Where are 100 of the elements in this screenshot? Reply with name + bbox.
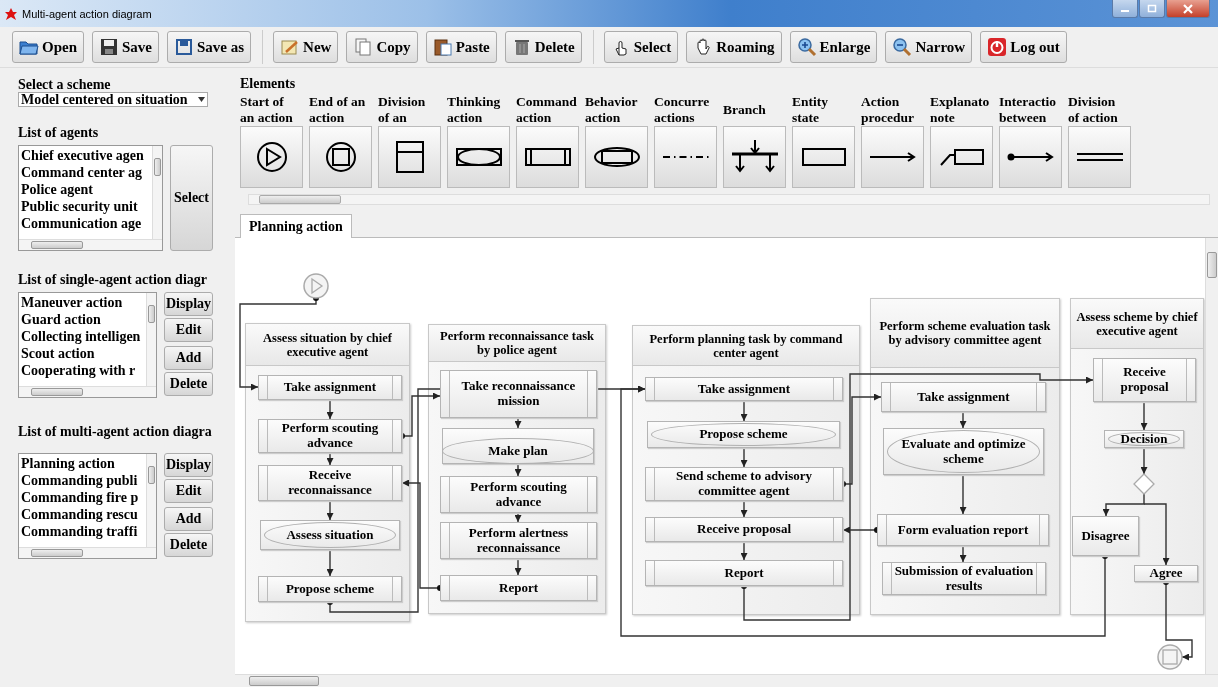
element-button[interactable]: [447, 126, 510, 188]
activity-box: Take reconnaissance mission: [440, 370, 597, 418]
power-icon: [987, 37, 1008, 57]
activity-box: Submission of evaluation results: [882, 562, 1046, 595]
documents-icon: [353, 37, 374, 57]
horizontal-scrollbar[interactable]: [19, 547, 156, 558]
element-button[interactable]: [792, 126, 855, 188]
zoom-out-icon: [892, 37, 913, 57]
list-item[interactable]: Public security unit: [21, 198, 152, 215]
caret-icon: [198, 97, 205, 102]
list-item[interactable]: Cooperating with r: [21, 362, 146, 379]
toolbar-button[interactable]: Enlarge: [789, 31, 878, 63]
list-item[interactable]: Communication age: [21, 215, 152, 232]
list-item[interactable]: Chief executive agen: [21, 147, 152, 164]
list-action-button[interactable]: Delete: [164, 533, 213, 557]
toolbar-button[interactable]: New: [273, 31, 339, 63]
dot-arrow-icon: [1005, 151, 1056, 163]
vertical-scrollbar[interactable]: [152, 146, 162, 239]
app-logo-icon: [4, 6, 18, 21]
element-button[interactable]: [999, 126, 1062, 188]
activity-box: Receive proposal: [1093, 358, 1196, 402]
list-item[interactable]: Planning action: [21, 455, 146, 472]
list-item[interactable]: Maneuver action: [21, 294, 146, 311]
element-button[interactable]: [1068, 126, 1131, 188]
end-node-icon: [1157, 644, 1183, 670]
toolbar-button[interactable]: Copy: [346, 31, 418, 63]
decision-diamond: [1133, 473, 1155, 495]
arrow-icon: [867, 151, 918, 163]
element-label: Branch: [723, 101, 767, 119]
list-action-button[interactable]: Display: [164, 292, 213, 316]
element-label: Action procedur: [861, 94, 915, 126]
list-item[interactable]: Command center ag: [21, 164, 152, 181]
element-button[interactable]: [309, 126, 372, 188]
activity-box: Form evaluation report: [877, 514, 1049, 546]
list-item[interactable]: Commanding traffi: [21, 523, 146, 540]
lane-title: Perform planning task by command center agent: [633, 326, 859, 366]
list-action-button[interactable]: Edit: [164, 479, 213, 503]
element-button[interactable]: [378, 126, 441, 188]
start-node-icon: [303, 273, 329, 299]
list-item[interactable]: Collecting intelligen: [21, 328, 146, 345]
list-item[interactable]: Commanding publi: [21, 472, 146, 489]
vertical-scrollbar[interactable]: [1205, 238, 1218, 674]
diagram-tab[interactable]: Planning action: [240, 214, 352, 238]
list-action-button[interactable]: Add: [164, 346, 213, 370]
vertical-scrollbar[interactable]: [146, 293, 156, 386]
toolbar-button[interactable]: Paste: [425, 31, 497, 63]
scheme-label: Select a scheme: [18, 78, 112, 92]
section-title: Elements: [240, 77, 297, 91]
section-title: List of multi-agent action diagra: [18, 425, 213, 439]
close-button[interactable]: [1166, 0, 1210, 18]
element-button[interactable]: [585, 126, 648, 188]
activity-box: Take assignment: [645, 377, 843, 401]
toolbar-button[interactable]: Save as: [167, 31, 252, 63]
element-button[interactable]: [861, 126, 924, 188]
element-button[interactable]: [723, 126, 786, 188]
list-item[interactable]: Guard action: [21, 311, 146, 328]
toolbar-button[interactable]: Narrow: [885, 31, 973, 63]
list-item[interactable]: Scout action: [21, 345, 146, 362]
lane-title: Assess scheme by chief executive agent: [1071, 299, 1203, 349]
horizontal-scrollbar[interactable]: [19, 386, 156, 397]
vertical-scrollbar[interactable]: [146, 454, 156, 547]
toolbar-button[interactable]: Roaming: [686, 31, 782, 63]
activity-box: Report: [440, 575, 597, 601]
element-label: Concurre actions: [654, 94, 711, 126]
list-item[interactable]: Commanding rescu: [21, 506, 146, 523]
element-button[interactable]: [930, 126, 993, 188]
activity-box: Propose scheme: [258, 576, 402, 602]
close-icon: [1182, 3, 1194, 14]
list-action-button[interactable]: Edit: [164, 318, 213, 342]
toolbar-button[interactable]: Delete: [504, 31, 582, 63]
activity-box: Receive reconnaissance: [258, 465, 402, 501]
list-action-button[interactable]: Add: [164, 507, 213, 531]
restore-icon: [1147, 4, 1157, 13]
section-title: List of agents: [18, 126, 100, 140]
select-button[interactable]: Select: [170, 145, 213, 251]
list-item[interactable]: Commanding fire p: [21, 489, 146, 506]
element-label: Division of action: [1068, 94, 1119, 126]
horizontal-scrollbar[interactable]: [235, 674, 1218, 687]
minimize-button[interactable]: [1112, 0, 1138, 18]
toolbar-button[interactable]: Open: [12, 31, 84, 63]
list-action-button[interactable]: Display: [164, 453, 213, 477]
maximize-button[interactable]: [1139, 0, 1165, 18]
activity-box: Receive proposal: [645, 517, 843, 542]
scheme-dropdown[interactable]: Model centered on situation: [18, 92, 208, 107]
toolbar-button[interactable]: Select: [603, 31, 679, 63]
connector-arrow: [1140, 447, 1148, 475]
thinking-node: Decision: [1104, 430, 1184, 448]
list-action-button[interactable]: Delete: [164, 372, 213, 396]
element-label: Entity state: [792, 94, 829, 126]
element-label: Interactio between: [999, 94, 1057, 126]
list-item[interactable]: Police agent: [21, 181, 152, 198]
window-title: Multi-agent action diagram: [22, 7, 153, 20]
thinking-node: Evaluate and optimize scheme: [883, 428, 1044, 475]
toolbar-button[interactable]: Save: [92, 31, 159, 63]
element-button[interactable]: [516, 126, 579, 188]
element-button[interactable]: [240, 126, 303, 188]
element-label: Division of an: [378, 94, 427, 126]
horizontal-scrollbar[interactable]: [248, 194, 1210, 205]
horizontal-scrollbar[interactable]: [19, 239, 162, 250]
toolbar-button[interactable]: Log out: [980, 31, 1067, 63]
